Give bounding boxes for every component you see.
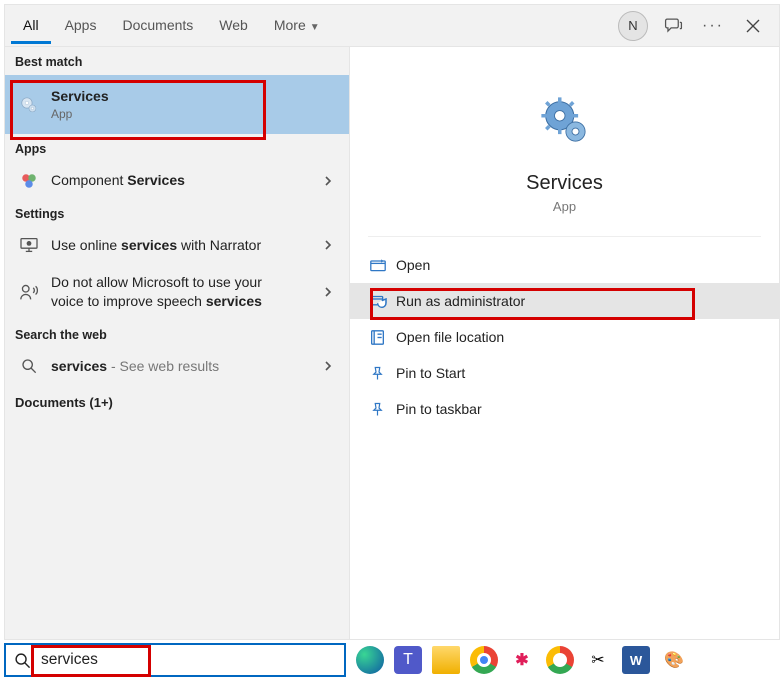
section-apps: Apps bbox=[5, 134, 349, 162]
chevron-right-icon[interactable] bbox=[319, 358, 337, 374]
pin-icon bbox=[370, 366, 396, 381]
tab-web[interactable]: Web bbox=[207, 7, 260, 44]
gear-icon bbox=[537, 93, 593, 154]
result-label: Component Services bbox=[51, 171, 319, 190]
action-run-admin[interactable]: Run as administrator bbox=[350, 283, 779, 319]
result-subtitle: App bbox=[51, 106, 337, 122]
section-documents[interactable]: Documents (1+) bbox=[5, 385, 349, 420]
search-box[interactable] bbox=[4, 643, 346, 677]
account-button[interactable]: N bbox=[613, 6, 653, 46]
section-web: Search the web bbox=[5, 320, 349, 348]
folder-icon bbox=[370, 329, 396, 346]
action-pin-start[interactable]: Pin to Start bbox=[350, 355, 779, 391]
result-speech-services[interactable]: Do not allow Microsoft to use your voice… bbox=[5, 264, 349, 320]
search-input[interactable] bbox=[39, 650, 336, 670]
tab-more[interactable]: More▼ bbox=[262, 7, 332, 44]
speech-icon bbox=[17, 283, 41, 301]
chrome-canary-icon[interactable] bbox=[546, 646, 574, 674]
section-settings: Settings bbox=[5, 199, 349, 227]
chrome-icon[interactable] bbox=[470, 646, 498, 674]
avatar: N bbox=[618, 11, 648, 41]
filter-tabs: All Apps Documents Web More▼ bbox=[11, 7, 332, 44]
close-button[interactable] bbox=[733, 6, 773, 46]
action-open-location[interactable]: Open file location bbox=[350, 319, 779, 355]
feedback-button[interactable] bbox=[653, 6, 693, 46]
chevron-down-icon: ▼ bbox=[310, 22, 320, 33]
explorer-icon[interactable] bbox=[432, 646, 460, 674]
preview-subtitle: App bbox=[553, 199, 576, 214]
chevron-right-icon[interactable] bbox=[319, 284, 337, 300]
section-best-match: Best match bbox=[5, 47, 349, 75]
pin-icon bbox=[370, 402, 396, 417]
preview-pane: Services App Open Run as administrator O… bbox=[350, 47, 779, 639]
ellipsis-icon: ··· bbox=[702, 17, 724, 35]
action-open[interactable]: Open bbox=[350, 247, 779, 283]
monitor-icon bbox=[17, 237, 41, 253]
search-icon bbox=[14, 652, 31, 669]
result-label: Use online services with Narrator bbox=[51, 236, 319, 255]
taskbar: T ✱ ✂ W 🎨 bbox=[4, 642, 780, 678]
result-label: Do not allow Microsoft to use your voice… bbox=[51, 273, 319, 311]
component-icon bbox=[17, 172, 41, 190]
gear-icon bbox=[17, 94, 41, 116]
admin-icon bbox=[370, 294, 396, 309]
open-icon bbox=[370, 258, 396, 272]
chevron-right-icon[interactable] bbox=[319, 173, 337, 189]
slack-icon[interactable]: ✱ bbox=[508, 646, 536, 674]
tab-documents[interactable]: Documents bbox=[110, 7, 205, 44]
tab-all[interactable]: All bbox=[11, 7, 51, 44]
chevron-right-icon[interactable] bbox=[319, 237, 337, 253]
result-web-search[interactable]: services - See web results bbox=[5, 348, 349, 385]
result-services-app[interactable]: Services App bbox=[5, 75, 349, 134]
preview-title: Services bbox=[526, 172, 603, 195]
taskbar-icons: T ✱ ✂ W 🎨 bbox=[356, 646, 688, 674]
close-icon bbox=[746, 19, 760, 33]
action-pin-taskbar[interactable]: Pin to taskbar bbox=[350, 391, 779, 427]
teams-icon[interactable]: T bbox=[394, 646, 422, 674]
options-button[interactable]: ··· bbox=[693, 6, 733, 46]
paint-icon[interactable]: 🎨 bbox=[660, 646, 688, 674]
search-panel: All Apps Documents Web More▼ N ··· Best … bbox=[4, 4, 780, 640]
preview-actions: Open Run as administrator Open file loca… bbox=[350, 247, 779, 427]
result-title: Services bbox=[51, 87, 337, 106]
result-label: services - See web results bbox=[51, 357, 319, 376]
feedback-icon bbox=[664, 16, 683, 35]
header: All Apps Documents Web More▼ N ··· bbox=[5, 5, 779, 47]
tab-apps[interactable]: Apps bbox=[53, 7, 109, 44]
snip-icon[interactable]: ✂ bbox=[584, 646, 612, 674]
search-icon bbox=[17, 358, 41, 374]
result-component-services[interactable]: Component Services bbox=[5, 162, 349, 199]
word-icon[interactable]: W bbox=[622, 646, 650, 674]
edge-icon[interactable] bbox=[356, 646, 384, 674]
results-pane: Best match Services App Apps Component S… bbox=[5, 47, 350, 639]
result-narrator-services[interactable]: Use online services with Narrator bbox=[5, 227, 349, 264]
